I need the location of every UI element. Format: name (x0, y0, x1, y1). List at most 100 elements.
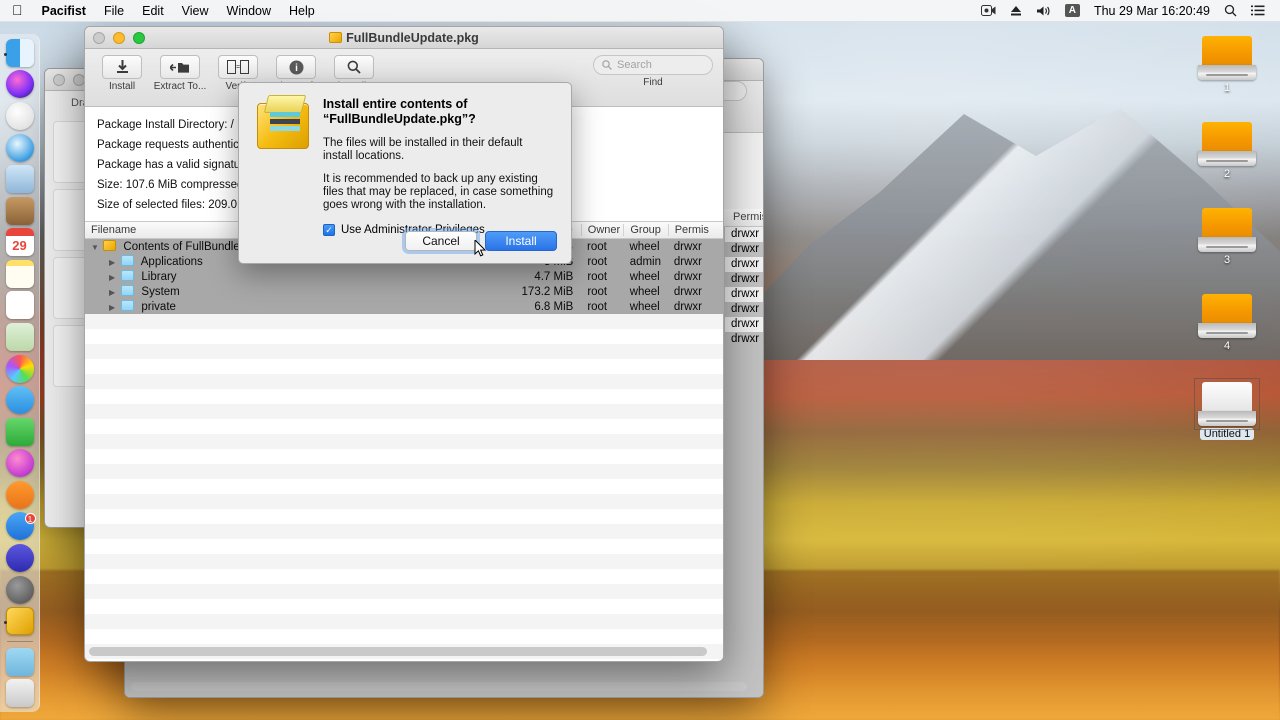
menubar-clock[interactable]: Thu 29 Mar 16:20:49 (1087, 0, 1217, 22)
desktop-drive-4[interactable]: 4 (1196, 294, 1258, 352)
permission-cell: drwxr (725, 227, 763, 242)
package-icon (103, 240, 117, 251)
background-permission-rows: drwxr drwxr drwxr drwxr drwxr drwxr drwx… (725, 227, 763, 347)
column-header-permissions[interactable]: Permis (667, 224, 723, 236)
volume-icon[interactable] (1029, 5, 1058, 17)
desktop-drive-untitled-1[interactable]: Untitled 1 (1193, 378, 1261, 440)
spotlight-search-icon[interactable] (1217, 4, 1244, 17)
main-window-traffic-lights[interactable] (93, 31, 145, 44)
dock-item-safari[interactable] (3, 133, 37, 163)
disclosure-triangle-icon[interactable]: ▶ (109, 303, 118, 312)
extract-to-button-label: Extract To... (153, 81, 207, 92)
eject-icon[interactable] (1003, 5, 1029, 17)
dock-item-app-store[interactable]: 1 (3, 512, 37, 542)
dock-item-reminders[interactable] (3, 291, 37, 321)
desktop-drive-1[interactable]: 1 (1196, 36, 1258, 94)
column-header-group[interactable]: Group (623, 224, 667, 236)
dialog-body-2: It is recommended to back up any existin… (323, 173, 554, 211)
drive-icon (1194, 378, 1260, 430)
messages-icon (5, 386, 34, 415)
input-source-indicator[interactable]: A (1058, 4, 1087, 17)
dock-item-photos[interactable] (3, 354, 37, 384)
facetime-icon (5, 417, 34, 446)
dialog-heading-line2: “FullBundleUpdate.pkg”? (323, 112, 476, 126)
main-window-title-wrap: FullBundleUpdate.pkg (85, 31, 723, 45)
dock-item-ibooks[interactable] (3, 480, 37, 510)
background-horizontal-scrollbar[interactable] (131, 682, 747, 691)
trash-icon (5, 679, 34, 708)
file-size: 6.8 MiB (534, 300, 574, 313)
dock-item-finder[interactable] (3, 38, 37, 68)
notification-center-icon[interactable] (1244, 5, 1272, 16)
disclosure-triangle-icon[interactable]: ▶ (109, 273, 118, 282)
close-button[interactable] (53, 73, 65, 86)
background-permissions-header[interactable]: Permis (729, 209, 763, 225)
menu-item-file[interactable]: File (95, 0, 133, 22)
menu-item-edit[interactable]: Edit (133, 0, 173, 22)
dock-item-trash[interactable] (3, 678, 37, 708)
dock-item-facetime[interactable] (3, 417, 37, 447)
file-name: Contents of FullBundleUp (123, 241, 255, 253)
dock-item-launchpad[interactable] (3, 101, 37, 131)
dock-item-contacts[interactable] (3, 196, 37, 226)
close-button[interactable] (93, 31, 105, 44)
install-confirmation-dialog[interactable]: Install entire contents of “FullBundleUp… (238, 82, 572, 264)
desktop-drive-2[interactable]: 2 (1196, 122, 1258, 180)
menu-item-view[interactable]: View (173, 0, 218, 22)
running-indicator (3, 52, 7, 56)
permission-cell: drwxr (725, 257, 763, 272)
install-button[interactable]: Install (485, 231, 557, 251)
table-row[interactable]: ▶ Library 4.7 MiB root wheel drwxr (85, 269, 723, 284)
dialog-heading-line1: Install entire contents of (323, 97, 468, 111)
main-horizontal-scrollbar[interactable] (89, 647, 707, 656)
dock-item-imovie[interactable] (3, 543, 37, 573)
menu-item-pacifist[interactable]: Pacifist (33, 0, 95, 22)
package-icon (329, 31, 343, 43)
dock-item-maps[interactable] (3, 322, 37, 352)
file-permissions: drwxr (673, 300, 702, 313)
main-window-titlebar[interactable]: FullBundleUpdate.pkg (85, 27, 723, 49)
extract-to-button[interactable]: Extract To... (153, 55, 207, 92)
dock-item-system-preferences[interactable] (3, 575, 37, 605)
disclosure-triangle-icon[interactable]: ▶ (109, 288, 118, 297)
dock-item-siri[interactable] (3, 70, 37, 100)
dock-item-notes[interactable] (3, 259, 37, 289)
file-group: wheel (629, 285, 660, 298)
use-administrator-privileges-checkbox[interactable]: ✓ (323, 224, 335, 236)
table-row[interactable]: ▶ System 173.2 MiB root wheel drwxr (85, 284, 723, 299)
column-header-owner[interactable]: Owner (580, 224, 624, 236)
photos-icon (5, 354, 34, 383)
file-name: private (141, 301, 176, 313)
desktop-drive-3[interactable]: 3 (1196, 208, 1258, 266)
folder-icon (121, 255, 135, 266)
svg-text:i: i (295, 63, 298, 74)
file-name: Applications (140, 256, 203, 268)
table-row[interactable]: ▶ private 6.8 MiB root wheel drwxr (85, 299, 723, 314)
dock: 29 1 (0, 34, 40, 712)
search-placeholder: Search (617, 59, 652, 71)
screen-recording-icon[interactable] (974, 5, 1003, 16)
file-list: ▼ Contents of FullBundleUp 9.0 MiB root … (85, 239, 723, 661)
zoom-button[interactable] (133, 31, 145, 44)
dock-item-mail[interactable] (3, 164, 37, 194)
magnifier-icon (334, 55, 374, 79)
menu-item-help[interactable]: Help (280, 0, 324, 22)
disclosure-triangle-icon[interactable]: ▼ (91, 243, 100, 252)
dock-item-messages[interactable] (3, 385, 37, 415)
file-owner: root (587, 255, 608, 268)
apple-menu-icon[interactable]:  (6, 3, 33, 19)
launchpad-icon (5, 101, 34, 130)
search-input[interactable]: Search (593, 55, 713, 75)
minimize-button[interactable] (113, 31, 125, 44)
dock-item-pacifist[interactable] (3, 606, 37, 636)
menu-item-window[interactable]: Window (218, 0, 280, 22)
disclosure-triangle-icon[interactable]: ▶ (109, 258, 118, 267)
install-button[interactable]: Install (95, 55, 149, 92)
cancel-button[interactable]: Cancel (405, 231, 477, 251)
dock-item-downloads-folder[interactable] (3, 647, 37, 677)
file-group: wheel (629, 270, 660, 283)
dock-item-itunes[interactable] (3, 449, 37, 479)
file-owner: root (587, 300, 608, 313)
permission-cell: drwxr (731, 273, 760, 285)
dock-item-calendar[interactable]: 29 (3, 227, 37, 257)
